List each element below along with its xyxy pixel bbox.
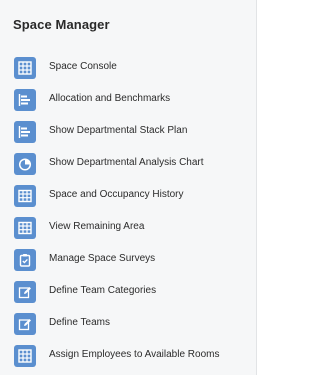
grid-icon (14, 57, 36, 79)
menu-item-label: Show Departmental Analysis Chart (49, 157, 204, 168)
menu-item-define-teams[interactable]: Define Teams (0, 308, 257, 340)
pie-chart-icon (14, 153, 36, 175)
bars-icon (14, 121, 36, 143)
menu-item-departmental-analysis-chart[interactable]: Show Departmental Analysis Chart (0, 148, 257, 180)
grid-icon (14, 345, 36, 367)
edit-icon (14, 281, 36, 303)
bars-icon (14, 89, 36, 111)
table-icon (14, 217, 36, 239)
table-icon (14, 185, 36, 207)
menu-item-label: Show Departmental Stack Plan (49, 125, 188, 136)
menu-item-departmental-stack-plan[interactable]: Show Departmental Stack Plan (0, 116, 257, 148)
menu-item-label: Manage Space Surveys (49, 253, 156, 264)
panel-title: Space Manager (13, 17, 110, 32)
menu-item-manage-space-surveys[interactable]: Manage Space Surveys (0, 244, 257, 276)
menu-item-space-console[interactable]: Space Console (0, 52, 257, 84)
menu-item-label: Space and Occupancy History (49, 189, 184, 200)
space-manager-menu: Space Console Allocation and Benchmarks (0, 52, 257, 372)
menu-item-label: Allocation and Benchmarks (49, 93, 171, 104)
menu-item-assign-employees-rooms[interactable]: Assign Employees to Available Rooms (0, 340, 257, 372)
window-edge (316, 0, 320, 375)
menu-item-allocation-benchmarks[interactable]: Allocation and Benchmarks (0, 84, 257, 116)
menu-item-view-remaining-area[interactable]: View Remaining Area (0, 212, 257, 244)
menu-item-label: Define Team Categories (49, 285, 157, 296)
menu-item-label: View Remaining Area (49, 221, 145, 232)
clipboard-icon (14, 249, 36, 271)
menu-item-space-occupancy-history[interactable]: Space and Occupancy History (0, 180, 257, 212)
menu-item-label: Assign Employees to Available Rooms (49, 349, 220, 360)
menu-item-label: Space Console (49, 61, 117, 72)
menu-item-label: Define Teams (49, 317, 110, 328)
space-manager-panel: Space Manager Space Console Allocation a… (0, 0, 257, 375)
edit-icon (14, 313, 36, 335)
menu-item-define-team-categories[interactable]: Define Team Categories (0, 276, 257, 308)
